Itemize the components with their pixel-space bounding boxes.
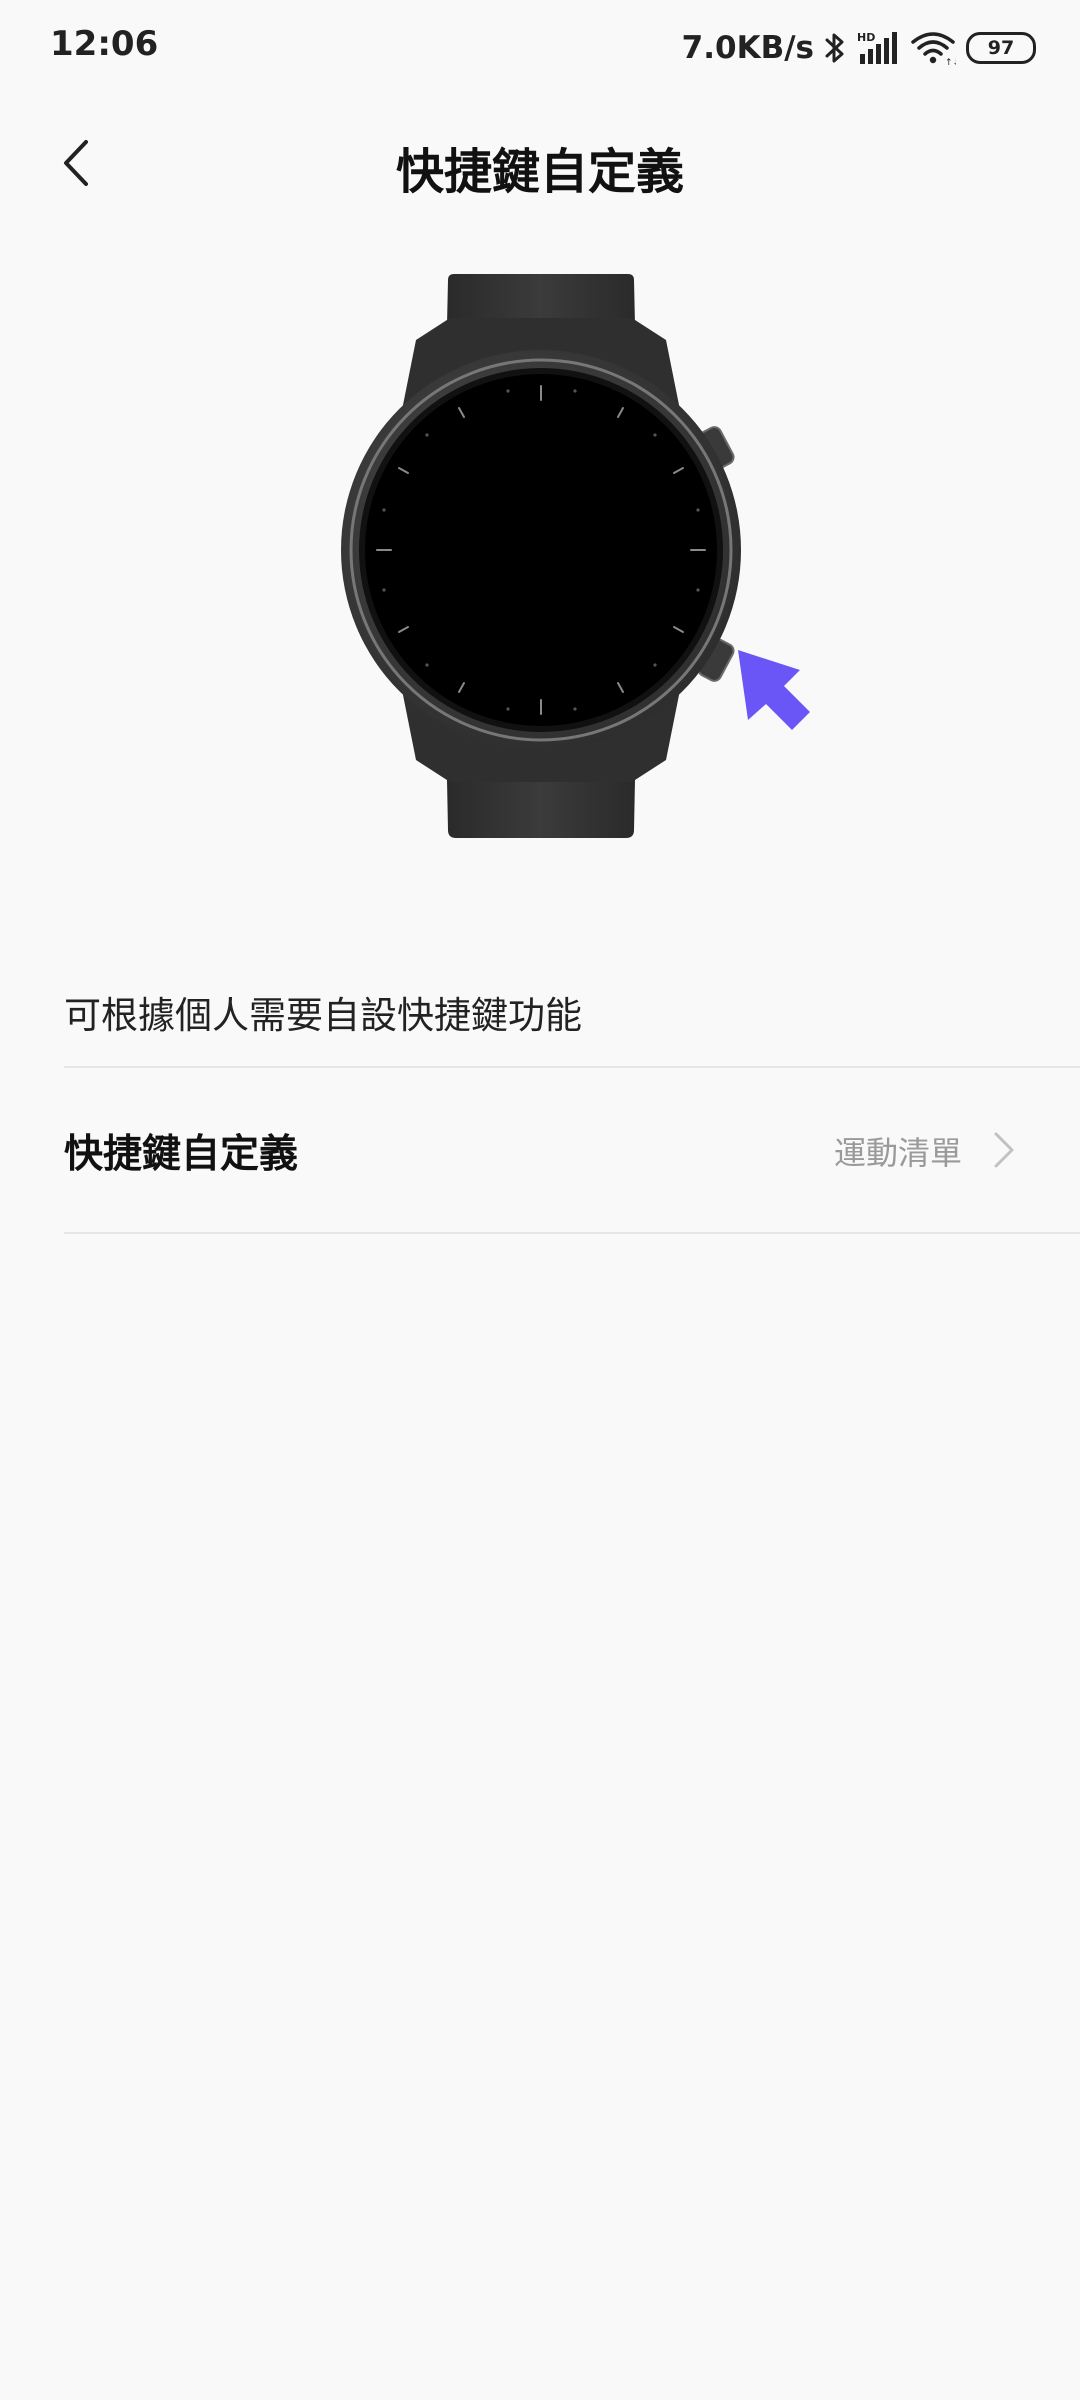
hd-signal-icon: HD (856, 30, 900, 66)
pointer-arrow-icon (738, 650, 810, 730)
status-icons: 7.0KB/s HD ↑ 97 (682, 24, 1036, 72)
page-title: 快捷鍵自定義 (395, 144, 684, 200)
chevron-right-icon (988, 1130, 1018, 1170)
svg-text:HD: HD (857, 31, 875, 44)
header: 快捷鍵自定義 (0, 110, 1080, 220)
divider (64, 1232, 1080, 1234)
battery-icon: 97 (966, 32, 1036, 64)
svg-text:↑↓: ↑↓ (945, 58, 956, 66)
watch-illustration (320, 260, 840, 860)
bluetooth-icon (824, 30, 846, 66)
setting-value: 運動清單 (833, 1134, 962, 1172)
net-speed: 7.0KB/s (681, 30, 814, 66)
wifi-icon: ↑↓ (910, 30, 956, 66)
setting-label: 快捷鍵自定義 (64, 1132, 299, 1177)
status-time: 12:06 (50, 24, 159, 64)
screen: 12:06 7.0KB/s HD ↑ 97 快捷鍵自定義 可根據個人需要自設快捷… (0, 0, 1080, 2400)
shortcut-setting-row[interactable]: 快捷鍵自定義 運動清單 (0, 1068, 1080, 1232)
status-bar: 12:06 7.0KB/s HD ↑ 97 (0, 0, 1080, 96)
description-text: 可根據個人需要自設快捷鍵功能 (64, 994, 582, 1037)
